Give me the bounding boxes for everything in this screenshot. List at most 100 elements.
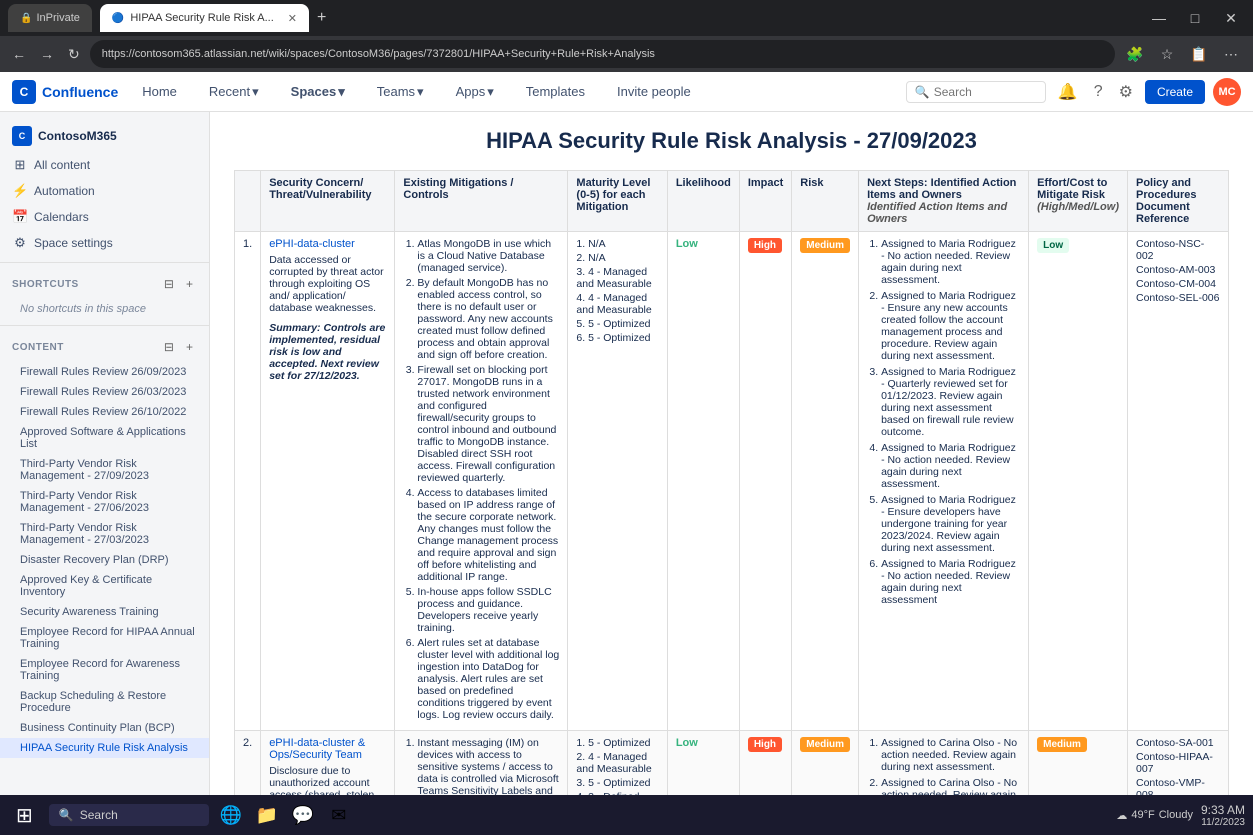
risk-badge: Medium (800, 238, 850, 253)
create-button[interactable]: Create (1145, 80, 1205, 104)
taskbar-weather: ☁ 49°F Cloudy (1116, 809, 1193, 822)
nav-spaces[interactable]: Spaces▾ (283, 80, 353, 104)
calendar-icon: 📅 (12, 209, 28, 225)
maturity-item: 5. 5 - Optimized (576, 318, 658, 330)
header-subtitle: Identified Action Items and Owners (867, 201, 1020, 225)
address-bar[interactable] (90, 40, 1115, 68)
workspace-icon: C (12, 126, 32, 146)
page-item-3[interactable]: Approved Software & Applications List (0, 422, 209, 454)
tab-close-icon[interactable]: ✕ (288, 12, 297, 25)
sidebar-item-label: Calendars (34, 210, 89, 224)
sidebar-workspace[interactable]: C ContosoM365 (0, 120, 209, 152)
nav-templates[interactable]: Templates (518, 80, 593, 103)
content-add-button[interactable]: + (182, 336, 197, 358)
refresh-button[interactable]: ↻ (64, 42, 84, 67)
sidebar-item-automation[interactable]: ⚡ Automation (0, 178, 209, 204)
mitigation-item: Alert rules set at database cluster leve… (417, 637, 559, 721)
page-item-9[interactable]: Security Awareness Training (0, 602, 209, 622)
page-item-11[interactable]: Employee Record for Awareness Training (0, 654, 209, 686)
page-item-8[interactable]: Approved Key & Certificate Inventory (0, 570, 209, 602)
effort-badge: Medium (1037, 737, 1087, 752)
threat-link[interactable]: ePHI-data-cluster (269, 238, 355, 250)
inprivate-tab-label: InPrivate (36, 12, 79, 24)
nav-home[interactable]: Home (134, 80, 185, 103)
page-item-13[interactable]: Business Continuity Plan (BCP) (0, 718, 209, 738)
page-item-6[interactable]: Third-Party Vendor Risk Management - 27/… (0, 518, 209, 550)
taskbar-explorer-icon[interactable]: 📁 (253, 801, 281, 829)
favorites-button[interactable]: ☆ (1153, 40, 1181, 68)
likelihood-cell: Low (667, 232, 739, 731)
sidebar-item-label: Automation (34, 184, 95, 198)
sidebar-item-all-content[interactable]: ⊞ All content (0, 152, 209, 178)
sidebar-item-space-settings[interactable]: ⚙ Space settings (0, 230, 209, 256)
active-tab-label: HIPAA Security Rule Risk A... (130, 12, 273, 24)
taskbar-edge-icon[interactable]: 🌐 (217, 801, 245, 829)
weather-temp: 49°F (1131, 809, 1154, 821)
header-mitigations: Existing Mitigations / Controls (395, 171, 568, 232)
shortcuts-sort-button[interactable]: ⊟ (160, 273, 178, 295)
nav-invite[interactable]: Invite people (609, 80, 699, 103)
taskbar-right: ☁ 49°F Cloudy 9:33 AM 11/2/2023 (1116, 803, 1245, 828)
notification-button[interactable]: 🔔 (1054, 78, 1082, 106)
next-step-item: Assigned to Maria Rodriguez - No action … (881, 442, 1020, 490)
back-button[interactable]: ← (8, 42, 30, 66)
nav-teams[interactable]: Teams▾ (369, 80, 432, 104)
row-num: 1. (235, 232, 261, 731)
security-cell: ePHI-data-cluster Data accessed or corru… (261, 232, 395, 731)
search-icon: 🔍 (915, 85, 930, 99)
new-tab-button[interactable]: + (317, 9, 326, 27)
page-item-4[interactable]: Third-Party Vendor Risk Management - 27/… (0, 454, 209, 486)
active-tab[interactable]: 🔵 HIPAA Security Rule Risk A... ✕ (100, 4, 309, 32)
settings-button[interactable]: ⋯ (1217, 40, 1245, 68)
collections-button[interactable]: 📋 (1185, 40, 1213, 68)
taskbar: ⊞ 🔍 Search 🌐 📁 💬 ✉ ☁ 49°F Cloudy 9:33 AM… (0, 795, 1253, 835)
logo-text: Confluence (42, 84, 118, 100)
inprivate-tab[interactable]: 🔒 InPrivate (8, 4, 92, 32)
maximize-button[interactable]: □ (1181, 4, 1209, 32)
taskbar-search-area[interactable]: 🔍 Search (49, 804, 209, 826)
help-button[interactable]: ? (1090, 79, 1107, 105)
maturity-item: 1. N/A (576, 238, 658, 250)
taskbar-mail-icon[interactable]: ✉ (325, 801, 353, 829)
page-item-12[interactable]: Backup Scheduling & Restore Procedure (0, 686, 209, 718)
settings-nav-button[interactable]: ⚙ (1115, 78, 1137, 106)
forward-button[interactable]: → (36, 42, 58, 66)
taskbar-clock: 9:33 AM 11/2/2023 (1201, 803, 1245, 828)
header-risk: Risk (792, 171, 859, 232)
risk-table: Security Concern/ Threat/Vulnerability E… (234, 170, 1229, 835)
header-num (235, 171, 261, 232)
maturity-item: 3. 4 - Managed and Measurable (576, 266, 658, 290)
nav-apps[interactable]: Apps▾ (448, 80, 502, 104)
nav-recent[interactable]: Recent▾ (201, 80, 267, 104)
taskbar-search-text: Search (80, 808, 118, 822)
impact-badge: High (748, 737, 782, 752)
page-item-0[interactable]: Firewall Rules Review 26/09/2023 (0, 362, 209, 382)
extensions-button[interactable]: 🧩 (1121, 40, 1149, 68)
close-button[interactable]: ✕ (1217, 4, 1245, 32)
minimize-button[interactable]: — (1145, 4, 1173, 32)
shortcuts-add-button[interactable]: + (182, 273, 197, 295)
page-item-2[interactable]: Firewall Rules Review 26/10/2022 (0, 402, 209, 422)
page-item-7[interactable]: Disaster Recovery Plan (DRP) (0, 550, 209, 570)
maturity-item: 4. 4 - Managed and Measurable (576, 292, 658, 316)
sidebar-item-calendars[interactable]: 📅 Calendars (0, 204, 209, 230)
confluence-logo: C Confluence (12, 80, 118, 104)
taskbar-teams-icon[interactable]: 💬 (289, 801, 317, 829)
search-input[interactable] (934, 85, 1037, 99)
mitigation-item: Access to databases limited based on IP … (417, 487, 559, 583)
likelihood-badge: Low (676, 238, 698, 250)
page-item-10[interactable]: Employee Record for HIPAA Annual Trainin… (0, 622, 209, 654)
start-button[interactable]: ⊞ (8, 799, 41, 832)
page-item-1[interactable]: Firewall Rules Review 26/03/2023 (0, 382, 209, 402)
content-sort-button[interactable]: ⊟ (160, 336, 178, 358)
page-item-14[interactable]: HIPAA Security Rule Risk Analysis (0, 738, 209, 758)
weather-condition: Cloudy (1159, 809, 1193, 821)
threat-link[interactable]: ePHI-data-cluster & Ops/Security Team (269, 737, 365, 761)
next-step-item: Assigned to Maria Rodriguez - Quarterly … (881, 366, 1020, 438)
page-item-5[interactable]: Third-Party Vendor Risk Management - 27/… (0, 486, 209, 518)
sidebar-divider (0, 262, 209, 263)
avatar[interactable]: MC (1213, 78, 1241, 106)
risk-cell: Medium (792, 232, 859, 731)
shortcuts-actions: ⊟ + (160, 273, 197, 295)
mitigation-item: By default MongoDB has no enabled access… (417, 277, 559, 361)
